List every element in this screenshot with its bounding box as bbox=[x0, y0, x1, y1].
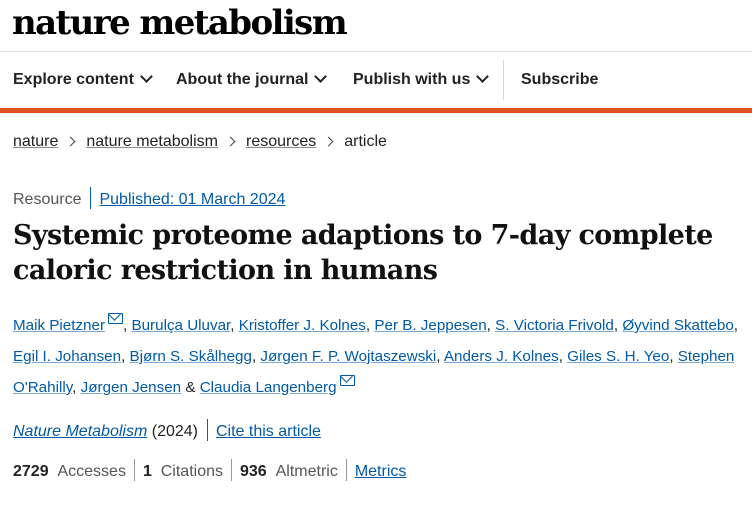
author-link[interactable]: Kristoffer J. Kolnes bbox=[239, 317, 366, 334]
author-separator: , bbox=[558, 348, 563, 365]
author-separator: , bbox=[669, 348, 674, 365]
divider bbox=[206, 419, 208, 441]
author-separator: , bbox=[121, 348, 126, 365]
chevron-down-icon bbox=[140, 70, 153, 83]
published-date[interactable]: Published: 01 March 2024 bbox=[99, 191, 285, 208]
article-type: Resource bbox=[13, 191, 82, 209]
subscribe-link[interactable]: Subscribe bbox=[521, 52, 598, 108]
chevron-right-icon bbox=[225, 136, 236, 147]
citations-count: 1 bbox=[142, 463, 152, 481]
accesses-count: 2729 bbox=[13, 463, 49, 481]
nav-explore-content[interactable]: Explore content bbox=[13, 52, 153, 108]
author-list: Maik Pietzner, Burulça Uluvar, Kristoffe… bbox=[13, 310, 749, 403]
author-separator: , bbox=[365, 317, 371, 334]
author-separator: , bbox=[486, 317, 491, 334]
breadcrumb: nature nature metabolism resources article bbox=[13, 133, 387, 151]
citations-label: Citations bbox=[160, 463, 223, 481]
nav-explore-label: Explore content bbox=[13, 71, 134, 88]
chevron-down-icon bbox=[314, 70, 328, 83]
nav-about-label: About the journal bbox=[176, 71, 309, 88]
author-link[interactable]: Egil I. Johansen bbox=[13, 348, 121, 365]
author-link[interactable]: Per B. Jeppesen bbox=[374, 317, 486, 334]
divider bbox=[133, 459, 135, 481]
author-separator: , bbox=[123, 317, 128, 334]
author-link[interactable]: Maik Pietzner bbox=[13, 317, 105, 334]
nav-divider bbox=[503, 60, 504, 100]
accesses-label: Accesses bbox=[57, 463, 126, 481]
author-link[interactable]: Claudia Langenberg bbox=[200, 379, 337, 396]
breadcrumb-resources[interactable]: resources bbox=[246, 133, 316, 150]
altmetric-label: Altmetric bbox=[275, 463, 338, 481]
nav-publish[interactable]: Publish with us bbox=[353, 52, 490, 108]
citation-line: Nature Metabolism (2024) Cite this articl… bbox=[13, 419, 321, 443]
author-separator: , bbox=[436, 348, 441, 365]
author-separator: , bbox=[72, 379, 77, 396]
author-separator: , bbox=[613, 317, 619, 334]
article-meta: Resource Published: 01 March 2024 bbox=[13, 187, 285, 211]
publication-year: (2024) bbox=[151, 423, 198, 441]
author-link[interactable]: Jørgen Jensen bbox=[81, 379, 181, 396]
chevron-right-icon bbox=[65, 136, 76, 147]
article-metrics: 2729 Accesses 1 Citations 936 Altmetric Met… bbox=[13, 459, 407, 483]
author-link[interactable]: S. Victoria Frivold bbox=[495, 317, 614, 334]
author-link[interactable]: Anders J. Kolnes bbox=[444, 348, 559, 365]
site-header: nature metabolism bbox=[0, 0, 752, 52]
author-separator: , bbox=[733, 317, 739, 334]
journal-name-link[interactable]: Nature Metabolism bbox=[13, 423, 147, 440]
author-separator: , bbox=[230, 317, 235, 334]
chevron-right-icon bbox=[323, 136, 334, 147]
divider bbox=[231, 459, 232, 481]
altmetric-count: 936 bbox=[240, 463, 267, 481]
author-separator: & bbox=[185, 379, 196, 396]
author-link[interactable]: Jørgen F. P. Wojtaszewski bbox=[260, 348, 436, 365]
nav-publish-label: Publish with us bbox=[353, 71, 471, 88]
main-nav: Explore content About the journal Publis… bbox=[0, 52, 752, 113]
author-link[interactable]: Burulça Uluvar bbox=[131, 317, 230, 334]
divider bbox=[90, 187, 92, 209]
metrics-link[interactable]: Metrics bbox=[355, 463, 407, 480]
author-link[interactable]: Øyvind Skattebo bbox=[622, 317, 733, 334]
chevron-down-icon bbox=[476, 70, 490, 83]
breadcrumb-nature-metabolism[interactable]: nature metabolism bbox=[86, 133, 218, 150]
email-icon[interactable] bbox=[108, 313, 124, 324]
breadcrumb-current: article bbox=[344, 133, 387, 150]
author-link[interactable]: Giles S. H. Yeo bbox=[567, 348, 669, 365]
site-logo[interactable]: nature metabolism bbox=[12, 3, 348, 43]
article-title: Systemic proteome adaptions to 7-day com… bbox=[13, 220, 713, 286]
breadcrumb-nature[interactable]: nature bbox=[13, 133, 58, 150]
cite-article-link[interactable]: Cite this article bbox=[216, 423, 321, 440]
divider bbox=[345, 459, 347, 481]
author-link[interactable]: Bjørn S. Skålhegg bbox=[130, 348, 252, 365]
author-separator: , bbox=[251, 348, 257, 365]
email-icon[interactable] bbox=[339, 375, 355, 386]
nav-about-journal[interactable]: About the journal bbox=[176, 52, 328, 108]
